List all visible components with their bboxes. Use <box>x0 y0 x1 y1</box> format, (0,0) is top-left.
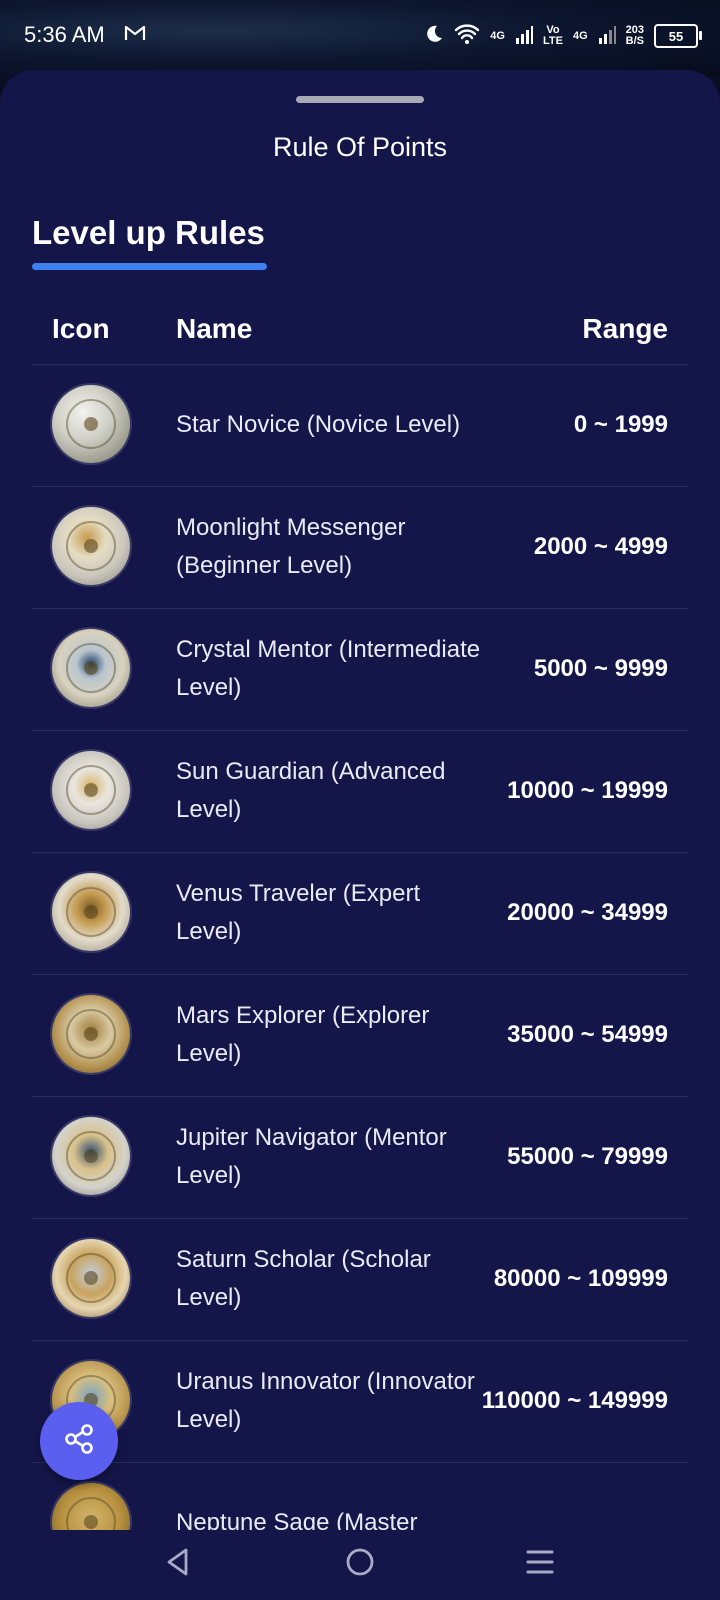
network-label-1: 4G <box>490 29 505 42</box>
level-range: 0 ~ 1999 <box>573 411 668 438</box>
net-speed: 203 B/S <box>626 25 644 47</box>
system-nav-bar <box>0 1530 720 1600</box>
level-name: Saturn Scholar (Scholar Level) <box>176 1246 431 1311</box>
level-range: 2000 ~ 4999 <box>533 533 668 560</box>
sheet-title: Rule Of Points <box>272 132 448 162</box>
moonlight-messenger-medal-icon <box>52 507 130 585</box>
level-name: Venus Traveler (Expert Level) <box>176 880 421 945</box>
level-range: 5000 ~ 9999 <box>533 655 668 682</box>
level-range: 80000 ~ 109999 <box>493 1265 668 1292</box>
back-icon <box>164 1546 192 1583</box>
back-button[interactable] <box>158 1544 198 1584</box>
battery-level: 55 <box>668 28 684 44</box>
level-range: 20000 ~ 34999 <box>507 899 668 926</box>
sheet-drag-handle[interactable] <box>296 96 424 103</box>
header-range: Range <box>582 313 668 344</box>
volte-bottom: LTE <box>542 35 563 47</box>
menu-button[interactable] <box>520 1544 560 1584</box>
table-header: Icon Name Range <box>32 294 688 365</box>
table-row: Sun Guardian (Advanced Level) 10000 ~ 19… <box>32 731 688 853</box>
table-row: Uranus Innovator (Innovator Level) 11000… <box>32 1341 688 1463</box>
status-icons: 4G Vo LTE 4G 203 B/S 55 <box>422 18 702 54</box>
level-range: 55000 ~ 79999 <box>507 1143 668 1170</box>
table-row: Jupiter Navigator (Mentor Level) 55000 ~… <box>32 1097 688 1219</box>
mars-explorer-medal-icon <box>52 995 130 1073</box>
network-label-2: 4G <box>572 29 588 42</box>
level-name: Crystal Mentor (Intermediate Level) <box>176 636 481 701</box>
level-name: Sun Guardian (Advanced Level) <box>176 758 446 823</box>
status-bar: 5:36 AM 4G Vo LTE 4G 203 B/S 55 <box>0 0 720 76</box>
home-button[interactable] <box>340 1544 380 1584</box>
table-row: Neptune Sage (Master <box>32 1463 688 1530</box>
rules-bottom-sheet: Rule Of Points Level up Rules Icon Name … <box>0 70 720 1530</box>
level-name: Star Novice (Novice Level) <box>176 411 461 438</box>
table-row: Saturn Scholar (Scholar Level) 80000 ~ 1… <box>32 1219 688 1341</box>
header-name: Name <box>176 313 253 344</box>
level-name: Uranus Innovator (Innovator Level) <box>176 1368 475 1433</box>
venus-traveler-medal-icon <box>52 873 130 951</box>
table-row: Mars Explorer (Explorer Level) 35000 ~ 5… <box>32 975 688 1097</box>
level-range: 110000 ~ 149999 <box>481 1387 668 1414</box>
share-icon <box>62 1422 96 1461</box>
crystal-mentor-medal-icon <box>52 629 130 707</box>
gmail-icon <box>124 24 146 47</box>
home-icon <box>344 1546 376 1583</box>
moon-icon <box>422 23 444 50</box>
level-table: Star Novice (Novice Level) 0 ~ 1999 Moon… <box>32 365 688 1530</box>
level-range <box>478 1463 668 1530</box>
jupiter-navigator-medal-icon <box>52 1117 130 1195</box>
level-name: Mars Explorer (Explorer Level) <box>176 1002 430 1067</box>
table-row: Crystal Mentor (Intermediate Level) 5000… <box>32 609 688 731</box>
section-title: Level up Rules <box>32 214 265 251</box>
signal-icon <box>515 24 533 49</box>
level-range: 35000 ~ 54999 <box>507 1021 668 1048</box>
level-name: Jupiter Navigator (Mentor Level) <box>176 1124 447 1189</box>
table-row: Venus Traveler (Expert Level) 20000 ~ 34… <box>32 853 688 975</box>
menu-icon <box>525 1547 555 1582</box>
signal-icon <box>598 24 616 49</box>
star-novice-medal-icon <box>52 385 130 463</box>
table-row: Star Novice (Novice Level) 0 ~ 1999 <box>32 365 688 487</box>
level-range: 10000 ~ 19999 <box>507 777 668 804</box>
level-name: Neptune Sage (Master <box>176 1509 418 1530</box>
volte-badge: Vo LTE <box>543 25 563 47</box>
header-icon: Icon <box>52 313 110 344</box>
battery-icon: 55 <box>654 24 702 48</box>
table-row: Moonlight Messenger (Beginner Level) 200… <box>32 487 688 609</box>
wifi-icon <box>454 23 480 50</box>
saturn-scholar-medal-icon <box>52 1239 130 1317</box>
net-speed-unit: B/S <box>625 35 644 47</box>
share-button[interactable] <box>40 1402 118 1480</box>
section-underline <box>32 263 267 270</box>
level-name: Moonlight Messenger (Beginner Level) <box>176 514 406 579</box>
sun-guardian-medal-icon <box>52 751 130 829</box>
status-time: 5:36 AM <box>24 22 105 47</box>
neptune-sage-medal-icon <box>52 1483 130 1530</box>
